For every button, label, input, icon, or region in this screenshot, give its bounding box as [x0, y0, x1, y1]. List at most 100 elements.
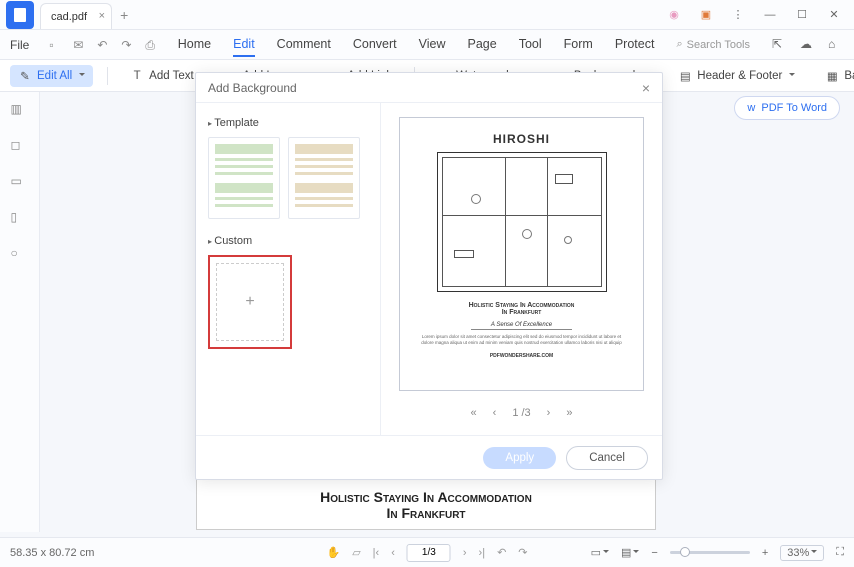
preview-tagline: A Sense Of Excellence — [471, 322, 572, 330]
floorplan-drawing — [437, 152, 607, 292]
page-nav: ✋ ▱ |‹ ‹ › ›| ↶ ↷ — [326, 544, 527, 562]
pager-next-icon[interactable]: › — [547, 407, 551, 419]
template-option-1[interactable] — [208, 137, 280, 219]
tab-protect[interactable]: Protect — [615, 33, 655, 57]
nav-last-icon[interactable]: ›| — [479, 547, 486, 559]
header-footer-button[interactable]: ▤Header & Footer — [670, 65, 803, 87]
new-tab-button[interactable]: + — [120, 7, 128, 23]
pager-page: 1 /3 — [512, 407, 530, 419]
search-tools[interactable]: ⌕ Search Tools — [676, 38, 750, 51]
menubar: File ▫ ✉ ↶ ↷ ⎙ Home Edit Comment Convert… — [0, 30, 854, 60]
fullscreen-icon[interactable]: ⛶ — [836, 546, 844, 559]
zoom-slider[interactable] — [670, 551, 750, 554]
comments-icon[interactable]: ▭ — [11, 174, 29, 192]
custom-background-add[interactable]: + — [208, 255, 292, 349]
apply-button[interactable]: Apply — [483, 447, 556, 469]
dialog-title: Add Background — [208, 81, 297, 95]
preview-title: HIROSHI — [493, 132, 550, 146]
preview-pager: « ‹ 1 /3 › » — [399, 399, 644, 427]
bookmark-icon[interactable]: ◻ — [11, 138, 29, 156]
plus-icon: + — [216, 263, 284, 341]
nav-prev-icon[interactable]: ‹ — [391, 547, 395, 559]
tab-close-icon[interactable]: × — [99, 10, 105, 22]
nav-next-icon[interactable]: › — [463, 547, 467, 559]
rotate-left-icon[interactable]: ↶ — [497, 546, 506, 559]
home-icon[interactable]: ⌂ — [828, 37, 844, 53]
search-sidebar-icon[interactable]: ○ — [11, 246, 29, 264]
custom-section-label[interactable]: Custom — [208, 235, 368, 247]
text-icon: T — [130, 69, 144, 83]
mail-icon[interactable]: ✉ — [73, 38, 87, 52]
nav-first-icon[interactable]: |‹ — [373, 547, 380, 559]
word-icon: w — [747, 102, 755, 114]
add-text-button[interactable]: TAdd Text — [122, 65, 202, 87]
thumbnails-icon[interactable]: ▥ — [11, 102, 29, 120]
tab-tool[interactable]: Tool — [519, 33, 542, 57]
bates-number-button[interactable]: ▦Bates Number — [817, 65, 854, 87]
preview-subtitle: Holistic Staying In AccommodationIn Fran… — [469, 302, 575, 316]
share-icon[interactable]: ⇱ — [772, 37, 788, 53]
zoom-in-icon[interactable]: + — [762, 547, 768, 559]
tab-home[interactable]: Home — [178, 33, 211, 57]
app-logo-icon — [6, 1, 34, 29]
dialog-header: Add Background × — [196, 73, 662, 103]
hand-tool-icon[interactable]: ✋ — [326, 546, 340, 559]
document-tab[interactable]: cad.pdf × — [40, 3, 112, 29]
cloud-icon[interactable]: ☁ — [800, 37, 816, 53]
more-icon[interactable]: ⋮ — [728, 5, 748, 25]
zoom-out-icon[interactable]: − — [651, 547, 657, 559]
tab-view[interactable]: View — [419, 33, 446, 57]
undo-icon[interactable]: ↶ — [97, 38, 111, 52]
rotate-right-icon[interactable]: ↷ — [518, 546, 527, 559]
template-option-2[interactable] — [288, 137, 360, 219]
header-footer-icon: ▤ — [678, 69, 692, 83]
pencil-icon: ✎ — [18, 69, 32, 83]
save-icon[interactable]: ▫ — [49, 38, 63, 52]
tab-convert[interactable]: Convert — [353, 33, 397, 57]
page-input[interactable] — [407, 544, 451, 562]
pager-prev-icon[interactable]: ‹ — [493, 407, 497, 419]
user-avatar-icon[interactable]: ◉ — [664, 5, 684, 25]
window-controls: ◉ ▣ ⋮ — ☐ ✕ — [664, 5, 854, 25]
close-window-icon[interactable]: ✕ — [824, 5, 844, 25]
ribbon-tabs: Home Edit Comment Convert View Page Tool… — [178, 33, 655, 57]
dialog-preview-panel: HIROSHI Holistic Staying In Accommodatio… — [381, 103, 662, 435]
quick-access: ▫ ✉ ↶ ↷ ⎙ — [49, 38, 159, 52]
doc-title-line2: In Frankfurt — [197, 505, 655, 521]
tab-comment[interactable]: Comment — [277, 33, 331, 57]
add-background-dialog: Add Background × Template Custom + HIROS… — [195, 72, 663, 480]
menubar-right-icons: ⇱ ☁ ⌂ — [772, 37, 844, 53]
zoom-value[interactable]: 33% — [780, 545, 824, 561]
dialog-footer: Apply Cancel — [196, 435, 662, 479]
select-tool-icon[interactable]: ▱ — [352, 546, 360, 559]
cancel-button[interactable]: Cancel — [566, 446, 648, 470]
tab-page[interactable]: Page — [468, 33, 497, 57]
doc-title-line1: Holistic Staying In Accommodation — [197, 489, 655, 505]
pager-first-icon[interactable]: « — [471, 407, 477, 419]
notification-icon[interactable]: ▣ — [696, 5, 716, 25]
tab-edit[interactable]: Edit — [233, 33, 255, 57]
maximize-icon[interactable]: ☐ — [792, 5, 812, 25]
template-section-label[interactable]: Template — [208, 117, 368, 129]
print-icon[interactable]: ⎙ — [145, 38, 159, 52]
dialog-close-icon[interactable]: × — [642, 80, 650, 96]
pdf-to-word-button[interactable]: w PDF To Word — [734, 96, 840, 120]
preview-footer: PDFWONDERSHARE.COM — [490, 353, 553, 359]
titlebar: cad.pdf × + ◉ ▣ ⋮ — ☐ ✕ — [0, 0, 854, 30]
preview-page: HIROSHI Holistic Staying In Accommodatio… — [399, 117, 644, 391]
edit-all-button[interactable]: ✎Edit All — [10, 65, 93, 87]
attachments-icon[interactable]: ▯ — [11, 210, 29, 228]
tab-form[interactable]: Form — [564, 33, 593, 57]
statusbar: 58.35 x 80.72 cm ✋ ▱ |‹ ‹ › ›| ↶ ↷ ▭ ▤ −… — [0, 537, 854, 567]
preview-body: Lorem ipsum dolor sit amet consectetur a… — [420, 334, 623, 347]
file-menu[interactable]: File — [10, 38, 29, 52]
right-panel: w PDF To Word — [734, 96, 840, 120]
page-dimensions: 58.35 x 80.72 cm — [10, 547, 94, 559]
redo-icon[interactable]: ↷ — [121, 38, 135, 52]
pager-last-icon[interactable]: » — [566, 407, 572, 419]
display-mode-icon[interactable]: ▤ — [621, 546, 639, 559]
minimize-icon[interactable]: — — [760, 5, 780, 25]
search-icon: ⌕ — [676, 38, 682, 51]
left-sidebar: ▥ ◻ ▭ ▯ ○ — [0, 92, 40, 532]
fit-width-icon[interactable]: ▭ — [591, 546, 609, 559]
